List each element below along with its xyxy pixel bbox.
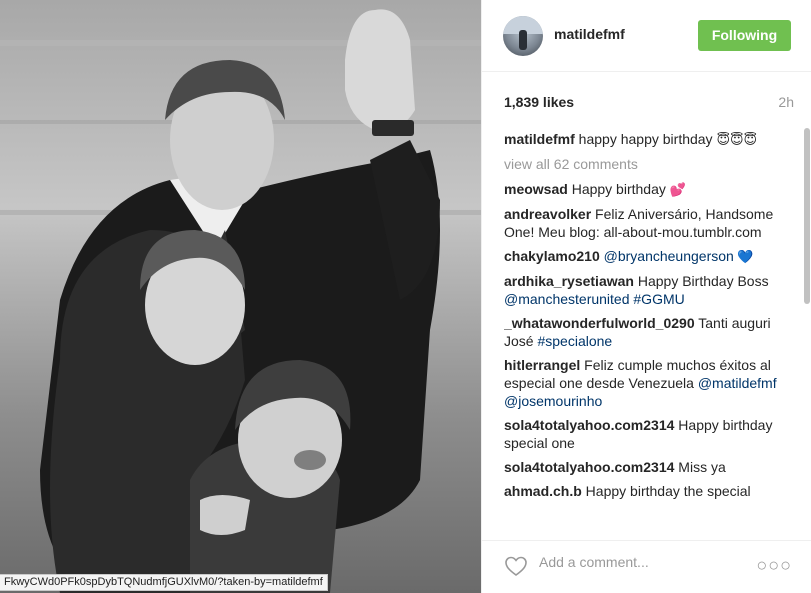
heart-icon[interactable] xyxy=(504,555,528,577)
post-author-username[interactable]: matildefmf xyxy=(554,26,625,42)
add-comment-input[interactable]: Add a comment... xyxy=(539,554,649,570)
comment-text: Miss ya xyxy=(674,459,726,475)
likes-count[interactable]: 1,839 likes xyxy=(504,94,574,110)
comments-list: matildefmf happy happy birthday 😇😇😇 view… xyxy=(504,130,790,535)
post-header: matildefmf Following xyxy=(482,0,811,72)
comment-text: Happy birthday xyxy=(567,181,670,197)
status-bar-url: FkwyCWd0PFk0spDybTQNudmfjGUXlvM0/?taken-… xyxy=(0,574,328,591)
list-item: ardhika_rysetiawan Happy Birthday Boss @… xyxy=(504,272,790,308)
list-item: ahmad.ch.b Happy birthday the special xyxy=(504,482,790,500)
comment-emoji: 💕 xyxy=(669,182,686,197)
comment-text: Happy Birthday Boss xyxy=(633,273,769,289)
list-item: chakylamo210 @bryancheungerson 💙 xyxy=(504,247,790,266)
comment-emoji: 😇😇😇 xyxy=(716,132,758,147)
avatar[interactable] xyxy=(503,16,543,56)
likes-row: 1,839 likes 2h xyxy=(504,94,794,112)
scrollbar-thumb[interactable] xyxy=(804,128,810,304)
list-item: andreavolker Feliz Aniversário, Handsome… xyxy=(504,205,790,241)
post-photo[interactable]: FkwyCWd0PFk0spDybTQNudmfjGUXlvM0/?taken-… xyxy=(0,0,481,593)
photo-illustration xyxy=(0,0,481,593)
comment-username[interactable]: sola4totalyahoo.com2314 xyxy=(504,459,674,475)
comment-footer: Add a comment... ○○○ xyxy=(482,540,811,593)
more-options-icon[interactable]: ○○○ xyxy=(756,555,792,576)
comment-username[interactable]: meowsad xyxy=(504,181,568,197)
comment-username[interactable]: sola4totalyahoo.com2314 xyxy=(504,417,674,433)
post-time[interactable]: 2h xyxy=(778,94,794,110)
list-item: _whatawonderfulworld_0290 Tanti auguri J… xyxy=(504,314,790,350)
comment-username[interactable]: andreavolker xyxy=(504,206,591,222)
comment-username[interactable]: matildefmf xyxy=(504,131,575,147)
caption: matildefmf happy happy birthday 😇😇😇 xyxy=(504,130,790,149)
list-item: sola4totalyahoo.com2314 Miss ya xyxy=(504,458,790,476)
comment-mention[interactable]: @bryancheungerson xyxy=(600,248,734,264)
view-all-comments-link[interactable]: view all 62 comments xyxy=(504,155,790,173)
comment-text: happy happy birthday xyxy=(574,131,717,147)
post-detail-panel: matildefmf Following 1,839 likes 2h mati… xyxy=(481,0,811,593)
list-item: hitlerrangel Feliz cumple muchos éxitos … xyxy=(504,356,790,410)
comment-text: Happy birthday the special xyxy=(581,483,751,499)
comment-username[interactable]: hitlerrangel xyxy=(504,357,580,373)
following-button[interactable]: Following xyxy=(698,20,791,51)
comments-scrollbar[interactable] xyxy=(802,128,811,534)
list-item: meowsad Happy birthday 💕 xyxy=(504,180,790,199)
comment-username[interactable]: ardhika_rysetiawan xyxy=(504,273,634,289)
comment-mention[interactable]: #specialone xyxy=(537,333,612,349)
comment-mention[interactable]: @manchesterunited #GGMU xyxy=(504,291,685,307)
comment-emoji: 💙 xyxy=(733,249,754,264)
comment-username[interactable]: ahmad.ch.b xyxy=(504,483,582,499)
comment-username[interactable]: _whatawonderfulworld_0290 xyxy=(504,315,695,331)
list-item: sola4totalyahoo.com2314 Happy birthday s… xyxy=(504,416,790,452)
comment-username[interactable]: chakylamo210 xyxy=(504,248,600,264)
